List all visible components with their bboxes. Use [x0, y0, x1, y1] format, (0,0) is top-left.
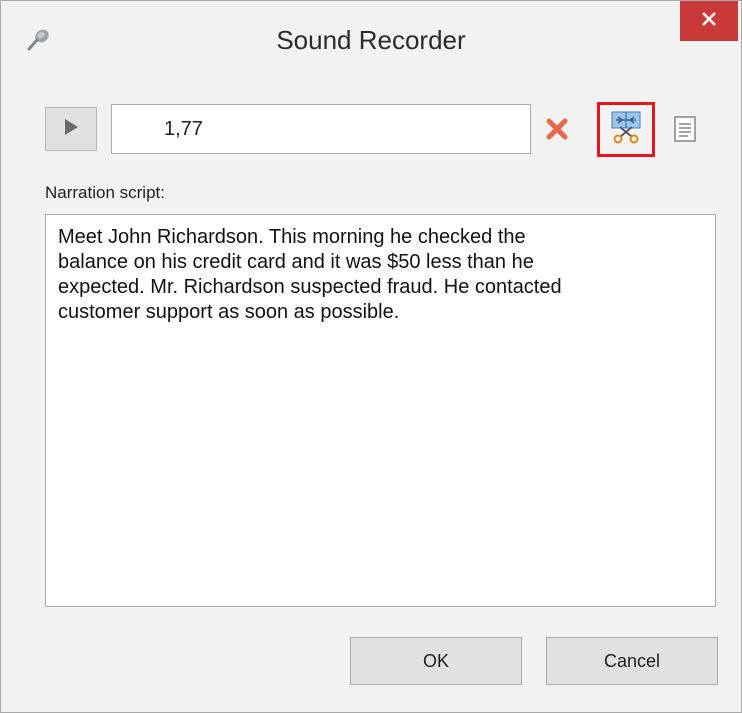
duration-field[interactable]: 1,77 — [111, 104, 531, 154]
narration-script-textarea[interactable]: Meet John Richardson. This morning he ch… — [45, 214, 716, 607]
play-button[interactable] — [45, 107, 97, 151]
window-title: Sound Recorder — [276, 25, 466, 55]
trim-audio-icon — [608, 109, 644, 150]
close-icon — [701, 11, 717, 32]
close-button[interactable] — [680, 1, 738, 41]
delete-icon — [543, 118, 571, 147]
trim-audio-button[interactable] — [597, 102, 655, 157]
title-bar[interactable]: Sound Recorder — [1, 1, 741, 79]
cancel-button[interactable]: Cancel — [546, 637, 718, 685]
script-icon — [672, 116, 698, 147]
ok-button[interactable]: OK — [350, 637, 522, 685]
show-script-button[interactable] — [672, 115, 698, 143]
delete-recording-button[interactable] — [543, 115, 571, 143]
narration-script-label: Narration script: — [45, 183, 165, 202]
sound-recorder-dialog: Sound Recorder 1,77 Narration script: Me… — [0, 0, 742, 713]
play-icon — [63, 118, 79, 141]
